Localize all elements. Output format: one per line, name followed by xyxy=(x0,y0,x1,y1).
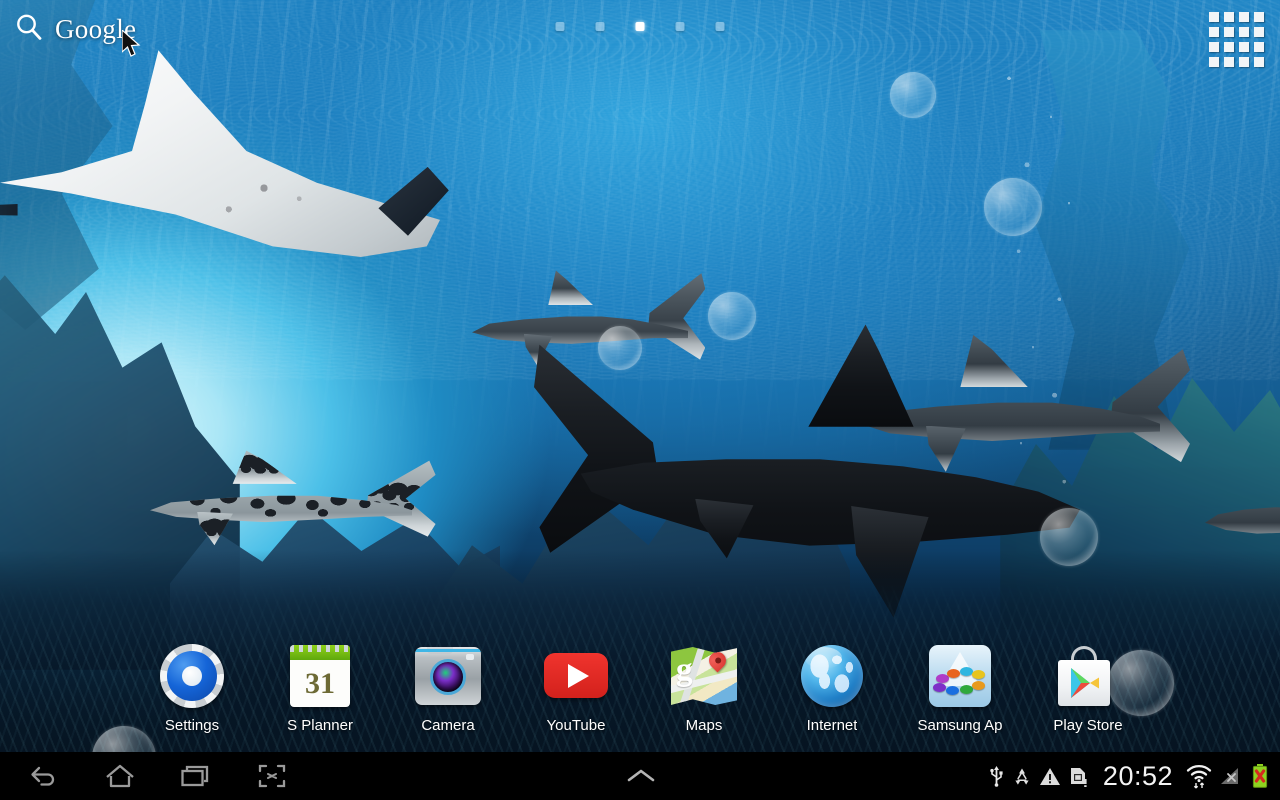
globe-icon[interactable] xyxy=(798,642,866,710)
apps-grid-cell xyxy=(1224,42,1234,52)
recents-button[interactable] xyxy=(174,756,218,796)
apps-grid-cell xyxy=(1209,42,1219,52)
apps-grid-cell xyxy=(1239,42,1249,52)
settings-icon[interactable] xyxy=(158,642,226,710)
app-shortcut-maps[interactable]: g Maps xyxy=(640,642,768,734)
samsung-apps-icon[interactable] xyxy=(926,642,994,710)
apps-grid-cell xyxy=(1224,57,1234,67)
app-label: Internet xyxy=(807,717,858,734)
status-clock: 20:52 xyxy=(1095,761,1179,792)
leopard-shark xyxy=(150,472,412,538)
shopping-bag xyxy=(1058,660,1110,706)
page-dot-4[interactable] xyxy=(676,22,685,31)
manta-ray-body xyxy=(0,45,440,310)
map-pin-icon xyxy=(705,648,729,672)
app-shortcut-camera[interactable]: Camera xyxy=(384,642,512,734)
usb-icon xyxy=(988,765,1005,787)
apps-grid-cell xyxy=(1209,27,1219,37)
back-button[interactable] xyxy=(22,756,66,796)
page-dot-3-active[interactable] xyxy=(636,22,645,31)
page-indicator[interactable] xyxy=(556,22,725,31)
camera-accent-strip xyxy=(415,649,481,652)
youtube-icon[interactable] xyxy=(542,642,610,710)
nav-buttons-group xyxy=(0,756,294,796)
reef-shark xyxy=(472,292,688,364)
page-dot-5[interactable] xyxy=(716,22,725,31)
app-shortcut-internet[interactable]: Internet xyxy=(768,642,896,734)
app-label: Play Store xyxy=(1053,717,1122,734)
page-dot-1[interactable] xyxy=(556,22,565,31)
app-label: Maps xyxy=(686,717,723,734)
menu-button[interactable] xyxy=(294,766,988,786)
system-navigation-bar: 20:52 xyxy=(0,752,1280,800)
sync-icon xyxy=(1012,766,1032,786)
apps-grid-cell xyxy=(1224,12,1234,22)
app-label: S Planner xyxy=(287,717,353,734)
page-dot-2[interactable] xyxy=(596,22,605,31)
shark-right-edge-body xyxy=(1205,488,1280,548)
maps-icon[interactable]: g xyxy=(670,642,738,710)
play-store-icon[interactable] xyxy=(1054,642,1122,710)
apps-grid-cell xyxy=(1254,42,1264,52)
calendar-icon[interactable]: 31 xyxy=(286,642,354,710)
app-shortcut-s-planner[interactable]: 31 S Planner xyxy=(256,642,384,734)
camera-lens xyxy=(430,659,466,695)
bubble-large-3 xyxy=(708,292,756,340)
apps-grid-cell xyxy=(1254,57,1264,67)
sim-card-icon xyxy=(1068,765,1088,787)
manta-ray xyxy=(0,45,440,310)
bubble-large-4 xyxy=(598,326,642,370)
app-label: Camera xyxy=(421,717,474,734)
bubble-large-2 xyxy=(984,178,1042,236)
home-button[interactable] xyxy=(98,756,142,796)
shark-right-edge xyxy=(1205,488,1280,548)
apps-grid-cell xyxy=(1224,27,1234,37)
globe-highlight xyxy=(805,647,842,668)
apps-grid-cell xyxy=(1239,57,1249,67)
app-label: Settings xyxy=(165,717,219,734)
apps-grid-cell xyxy=(1254,12,1264,22)
app-shortcut-settings[interactable]: Settings xyxy=(128,642,256,734)
manta-ray-tail xyxy=(0,204,18,220)
wifi-icon xyxy=(1186,763,1212,789)
app-label: Samsung Ap xyxy=(917,717,1002,734)
app-shortcut-samsung-apps[interactable]: Samsung Ap xyxy=(896,642,1024,734)
battery-icon xyxy=(1250,763,1270,789)
apps-grid-cell xyxy=(1209,12,1219,22)
android-home-screen: Google Settings xyxy=(0,0,1280,800)
apps-grid-cell xyxy=(1239,27,1249,37)
camera-icon[interactable] xyxy=(414,642,482,710)
maps-letter-g: g xyxy=(676,654,693,687)
status-icons-group[interactable]: 20:52 xyxy=(988,761,1280,792)
google-search-widget[interactable]: Google xyxy=(14,12,136,47)
samsung-apps-dots xyxy=(929,672,991,698)
calendar-header xyxy=(290,645,350,660)
apps-grid-cell xyxy=(1239,12,1249,22)
app-shortcut-play-store[interactable]: Play Store xyxy=(1024,642,1152,734)
warning-icon xyxy=(1039,766,1061,786)
apps-grid-cell xyxy=(1254,27,1264,37)
play-triangle-icon xyxy=(568,664,589,688)
calendar-day-number: 31 xyxy=(290,660,350,707)
search-icon[interactable] xyxy=(14,12,44,47)
screenshot-button[interactable] xyxy=(250,756,294,796)
apps-grid-icon[interactable] xyxy=(1209,12,1264,67)
bubble-large-5 xyxy=(1040,508,1098,566)
signal-icon xyxy=(1219,765,1243,787)
apps-grid-cell xyxy=(1209,57,1219,67)
bubble-large-1 xyxy=(890,72,936,118)
camera-flash xyxy=(466,654,474,660)
home-screen-dock: Settings 31 S Planner Camera xyxy=(0,642,1280,752)
app-label: YouTube xyxy=(547,717,606,734)
app-shortcut-youtube[interactable]: YouTube xyxy=(512,642,640,734)
